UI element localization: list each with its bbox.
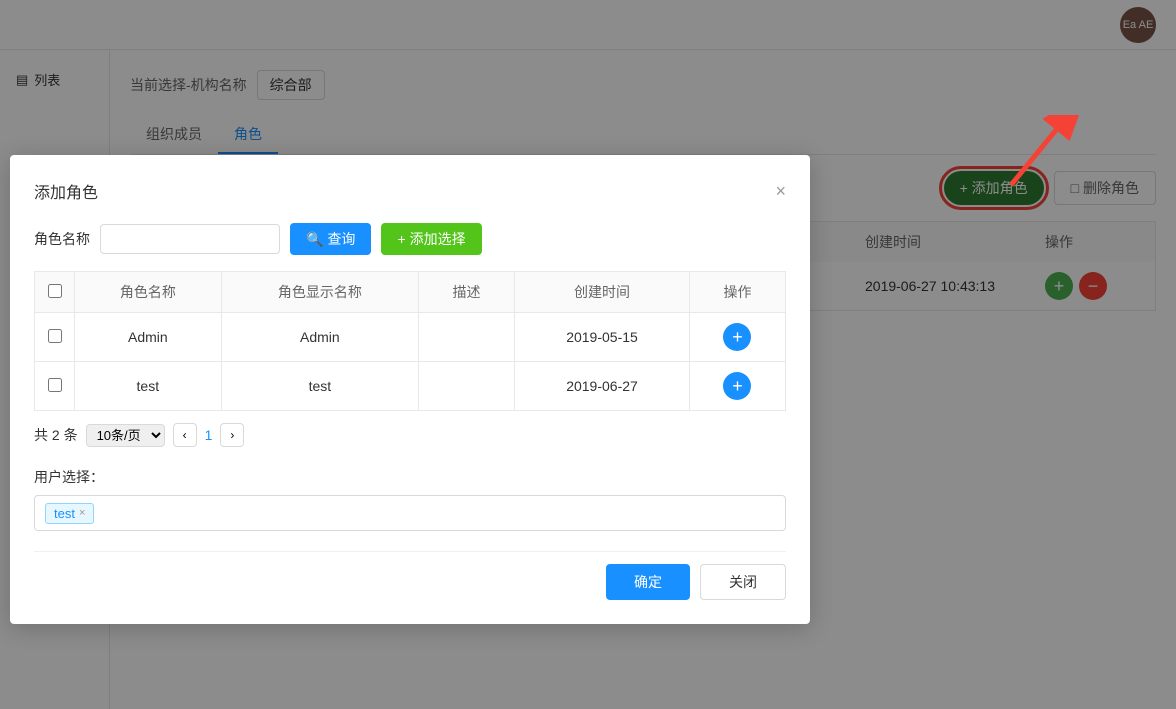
modal-header: 添加角色 × bbox=[34, 179, 786, 203]
tag-text: test bbox=[54, 506, 75, 521]
roles-table: 角色名称 角色显示名称 描述 创建时间 操作 Admin Admin 2019-… bbox=[34, 271, 786, 411]
row-checkbox[interactable] bbox=[48, 329, 62, 343]
row-name: Admin bbox=[75, 313, 222, 362]
search-row: 角色名称 🔍 查询 + 添加选择 bbox=[34, 223, 786, 255]
prev-page-button[interactable]: ‹ bbox=[173, 423, 197, 447]
role-name-label: 角色名称 bbox=[34, 229, 90, 249]
pagination: 共 2 条 10条/页 20条/页 50条/页 ‹ 1 › bbox=[34, 423, 786, 447]
add-role-modal: 添加角色 × 角色名称 🔍 查询 + 添加选择 角色名称 角色显示名称 描述 创… bbox=[10, 155, 810, 624]
row-display-name: test bbox=[221, 362, 418, 411]
row-create-time: 2019-06-27 bbox=[515, 362, 690, 411]
modal-footer: 确定 关闭 bbox=[34, 551, 786, 600]
row-checkbox-cell bbox=[35, 362, 75, 411]
row-action-cell: + bbox=[689, 362, 785, 411]
search-button-label: 查询 bbox=[327, 229, 355, 249]
total-count: 共 2 条 bbox=[34, 425, 78, 445]
tag-remove-button[interactable]: × bbox=[79, 507, 85, 519]
th-role-name: 角色名称 bbox=[75, 272, 222, 313]
add-select-button[interactable]: + 添加选择 bbox=[381, 223, 481, 255]
table-header-row: 角色名称 角色显示名称 描述 创建时间 操作 bbox=[35, 272, 786, 313]
confirm-button[interactable]: 确定 bbox=[606, 564, 690, 600]
role-name-input[interactable] bbox=[100, 224, 280, 254]
page-size-select[interactable]: 10条/页 20条/页 50条/页 bbox=[86, 424, 165, 447]
row-desc bbox=[419, 362, 515, 411]
user-selection-label: 用户选择： bbox=[34, 467, 786, 487]
th-checkbox bbox=[35, 272, 75, 313]
row-desc bbox=[419, 313, 515, 362]
search-icon: 🔍 bbox=[306, 231, 323, 248]
row-add-circle-button[interactable]: + bbox=[723, 323, 751, 351]
user-tag: test × bbox=[45, 503, 94, 524]
th-action: 操作 bbox=[689, 272, 785, 313]
search-button[interactable]: 🔍 查询 bbox=[290, 223, 371, 255]
modal-close-button[interactable]: × bbox=[775, 181, 786, 202]
plus-icon: + bbox=[397, 231, 405, 247]
cancel-button[interactable]: 关闭 bbox=[700, 564, 786, 600]
row-create-time: 2019-05-15 bbox=[515, 313, 690, 362]
user-selection: 用户选择： test × bbox=[34, 467, 786, 531]
table-row: Admin Admin 2019-05-15 + bbox=[35, 313, 786, 362]
add-select-label: 添加选择 bbox=[410, 229, 466, 249]
red-arrow bbox=[981, 115, 1081, 195]
next-page-button[interactable]: › bbox=[220, 423, 244, 447]
row-display-name: Admin bbox=[221, 313, 418, 362]
row-checkbox[interactable] bbox=[48, 378, 62, 392]
current-page: 1 bbox=[205, 427, 213, 443]
table-select-all[interactable] bbox=[48, 284, 62, 298]
modal-title: 添加角色 bbox=[34, 179, 98, 203]
row-checkbox-cell bbox=[35, 313, 75, 362]
tag-container: test × bbox=[34, 495, 786, 531]
row-action-cell: + bbox=[689, 313, 785, 362]
row-add-circle-button[interactable]: + bbox=[723, 372, 751, 400]
th-display-name: 角色显示名称 bbox=[221, 272, 418, 313]
table-row: test test 2019-06-27 + bbox=[35, 362, 786, 411]
th-desc: 描述 bbox=[419, 272, 515, 313]
row-name: test bbox=[75, 362, 222, 411]
th-create-time: 创建时间 bbox=[515, 272, 690, 313]
